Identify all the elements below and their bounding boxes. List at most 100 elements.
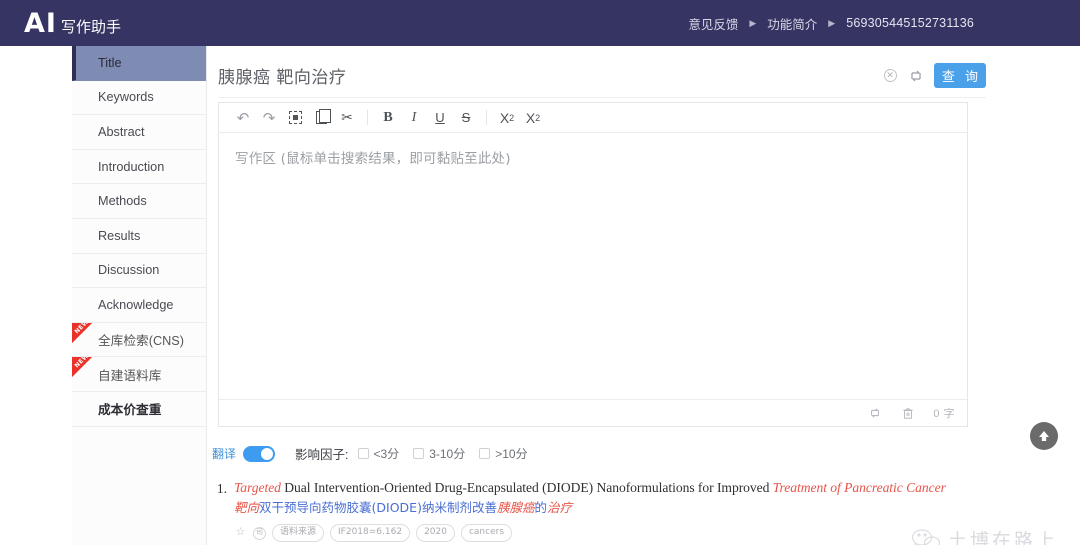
logo-ai-text: AI (24, 7, 57, 39)
filter-option-lt3[interactable]: <3分 (357, 445, 400, 462)
tag-impact-factor[interactable]: IF2018=6.162 (330, 523, 411, 543)
sidebar-item-methods[interactable]: Methods (72, 184, 206, 219)
filter-row: 翻译 影响因子: <3分 3-10分 >10分 (212, 444, 542, 463)
sidebar-item-label: 全库检索(CNS) (98, 334, 184, 349)
sidebar-item-results[interactable]: Results (72, 218, 206, 254)
sidebar-item-full-search[interactable]: NEW 全库检索(CNS) (72, 322, 206, 358)
italic-icon[interactable]: I (401, 107, 427, 129)
sidebar-item-keywords[interactable]: Keywords (72, 80, 206, 116)
sidebar-item-abstract[interactable]: Abstract (72, 115, 206, 150)
underline-icon[interactable]: U (427, 107, 453, 129)
arrow-up-icon (1039, 431, 1049, 441)
close-circle-icon[interactable]: ✕ (882, 68, 898, 84)
sidebar: Title Keywords Abstract Introduction Met… (72, 46, 207, 545)
results-list: 1. Targeted Dual Intervention-Oriented D… (212, 478, 1002, 545)
translate-label: 翻译 (212, 447, 237, 461)
sidebar-item-label: Title (98, 55, 122, 70)
list-item[interactable]: 1. Targeted Dual Intervention-Oriented D… (212, 478, 1002, 543)
filter-option-3to10[interactable]: 3-10分 (413, 445, 465, 462)
superscript-icon[interactable]: X2 (520, 107, 546, 129)
checkbox-icon[interactable] (479, 448, 491, 459)
result-body: Targeted Dual Intervention-Oriented Drug… (234, 478, 1002, 543)
scroll-to-top-button[interactable] (1030, 422, 1058, 450)
sidebar-item-label: Keywords (98, 90, 154, 105)
filter-option-label: >10分 (495, 447, 528, 461)
toolbar-divider (367, 110, 368, 125)
tag-journal[interactable]: cancers (460, 523, 513, 543)
tag-year[interactable]: 2020 (416, 523, 455, 543)
strikethrough-icon[interactable]: S (453, 107, 479, 129)
result-number: 1. (216, 481, 227, 496)
result-title-part: Treatment of Pancreatic Cancer (772, 480, 946, 495)
star-icon[interactable]: ☆ (234, 526, 247, 540)
chevron-right-icon: ▶ (749, 17, 757, 28)
copy-icon[interactable] (308, 107, 334, 129)
sidebar-item-discussion[interactable]: Discussion (72, 253, 206, 289)
editor-toolbar: ↶ ↷ ✂ B I U S X2 X2 (219, 103, 967, 133)
filter-option-label: <3分 (373, 447, 400, 461)
sidebar-item-plagiarism-check[interactable]: 成本价查重 (72, 391, 206, 427)
sidebar-item-label: Discussion (98, 263, 160, 278)
translate-toggle[interactable] (243, 445, 276, 462)
result-title-cn[interactable]: 靶向双干预导向药物胶囊(DIODE)纳米制剂改善胰腺癌的治疗 (234, 499, 1002, 517)
sidebar-item-label: Abstract (98, 124, 145, 139)
filter-option-label: 3-10分 (429, 447, 466, 461)
filter-option-gt10[interactable]: >10分 (479, 445, 528, 462)
chevron-right-icon: ▶ (828, 17, 836, 28)
trash-icon[interactable] (900, 405, 916, 421)
quote-circle-icon[interactable]: 司 (253, 526, 266, 540)
tag-source[interactable]: 语料来源 (272, 523, 325, 543)
result-title-part: Dual Intervention-Oriented Drug-Encapsul… (280, 480, 773, 495)
redo-icon[interactable]: ↷ (256, 107, 282, 129)
editor-footer: 0 字 (219, 399, 967, 426)
nav-features[interactable]: 功能简介 (761, 14, 823, 33)
impact-factor-label: 影响因子: (295, 448, 349, 462)
sidebar-item-custom-corpus[interactable]: NEW 自建语料库 (72, 357, 206, 392)
result-cn-part: 胰腺癌 (496, 499, 535, 515)
app-root: AI 写作助手 意见反馈 ▶ 功能简介 ▶ 569305445152731136… (0, 0, 1080, 545)
search-bar: 胰腺癌 靶向治疗 ✕ 查 询 (218, 54, 986, 98)
new-badge-icon: NEW (72, 357, 100, 379)
result-title-en[interactable]: Targeted Dual Intervention-Oriented Drug… (234, 478, 1002, 498)
toolbar-divider (486, 110, 487, 125)
app-header: AI 写作助手 意见反馈 ▶ 功能简介 ▶ 569305445152731136 (0, 0, 1080, 46)
cut-icon[interactable]: ✂ (334, 107, 360, 129)
undo-icon[interactable]: ↶ (230, 107, 256, 129)
editor-card: ↶ ↷ ✂ B I U S X2 X2 写作区 (鼠标单击搜索结果，即可黏贴至此… (218, 102, 968, 427)
new-badge-icon: NEW (72, 322, 100, 344)
search-actions: ✕ 查 询 (882, 63, 986, 88)
sidebar-item-introduction[interactable]: Introduction (72, 149, 206, 185)
editor-placeholder: 写作区 (鼠标单击搜索结果，即可黏贴至此处) (235, 151, 511, 167)
sidebar-item-label: 成本价查重 (98, 403, 162, 418)
refresh-icon[interactable] (867, 405, 883, 421)
search-input[interactable]: 胰腺癌 靶向治疗 (218, 63, 346, 88)
logo-subtitle: 写作助手 (60, 17, 121, 36)
select-all-icon[interactable] (282, 107, 308, 129)
user-id[interactable]: 569305445152731136 (840, 16, 980, 30)
swap-icon[interactable] (908, 68, 924, 84)
sidebar-item-label: Introduction (98, 159, 165, 174)
result-tags: ☆ 司 语料来源 IF2018=6.162 2020 cancers (234, 523, 1002, 543)
sidebar-item-label: Acknowledge (98, 297, 174, 312)
checkbox-icon[interactable] (357, 448, 369, 459)
bold-icon[interactable]: B (375, 107, 401, 129)
word-count: 0 字 (933, 408, 955, 420)
editor-textarea[interactable]: 写作区 (鼠标单击搜索结果，即可黏贴至此处) (219, 133, 967, 399)
sidebar-item-acknowledge[interactable]: Acknowledge (72, 288, 206, 323)
checkbox-icon[interactable] (413, 448, 425, 459)
nav-feedback[interactable]: 意见反馈 (682, 14, 744, 33)
subscript-icon[interactable]: X2 (494, 107, 520, 129)
result-cn-part: 的 (534, 499, 547, 515)
app-logo[interactable]: AI 写作助手 (24, 10, 121, 37)
result-cn-part: 靶向 (234, 499, 260, 515)
search-button[interactable]: 查 询 (934, 63, 986, 88)
result-cn-part: 双干预导向药物胶囊(DIODE)纳米制剂改善 (259, 499, 497, 515)
sidebar-item-label: Methods (98, 194, 147, 209)
sidebar-item-title[interactable]: Title (72, 46, 206, 81)
sidebar-item-label: 自建语料库 (98, 368, 162, 383)
main-content: 胰腺癌 靶向治疗 ✕ 查 询 ↶ ↷ ✂ B I U S X 2 X 2 写作区… (207, 46, 1080, 545)
result-cn-part: 治疗 (546, 499, 572, 515)
header-nav: 意见反馈 ▶ 功能简介 ▶ 569305445152731136 (682, 14, 980, 33)
result-title-part: Targeted (234, 480, 281, 495)
sidebar-item-label: Results (98, 228, 141, 243)
